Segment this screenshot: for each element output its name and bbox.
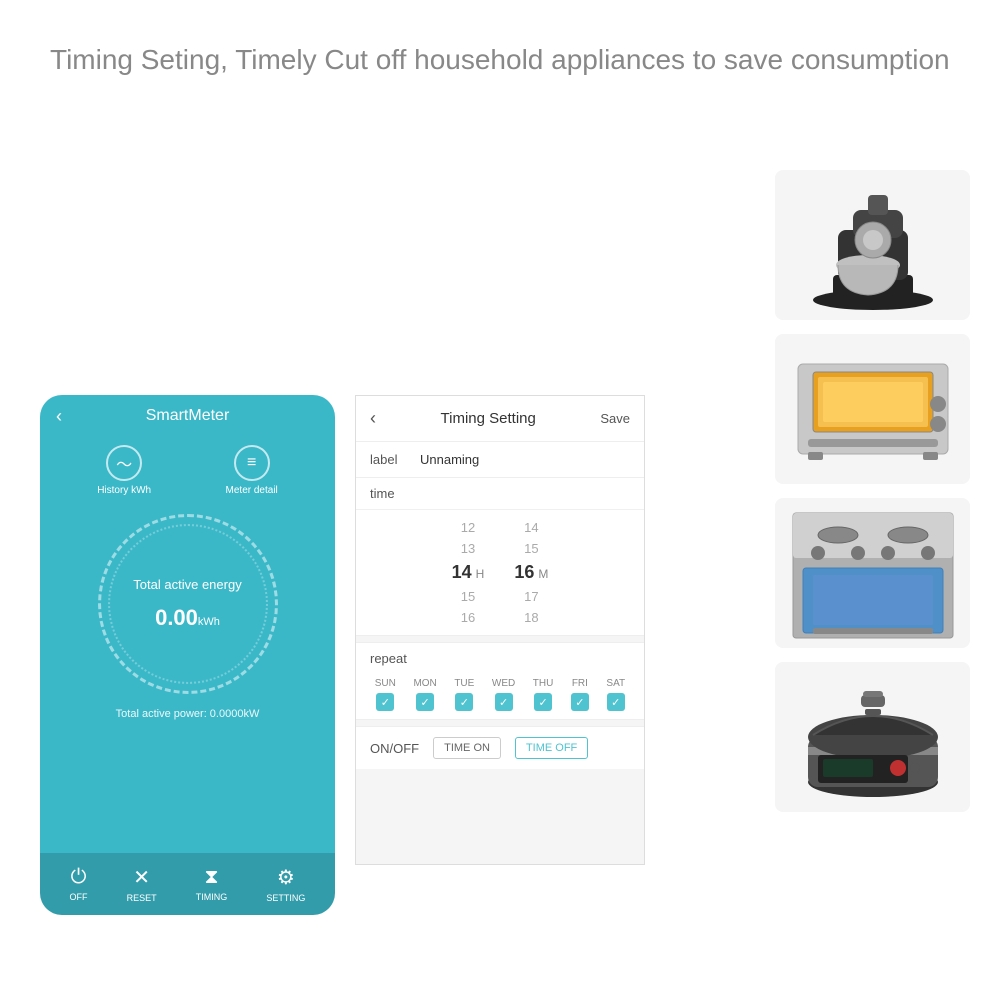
- timing-back-button[interactable]: ‹: [370, 408, 376, 429]
- day-sun-label: SUN: [375, 678, 396, 689]
- timing-panel-title: Timing Setting: [441, 410, 536, 427]
- hour-15: 15: [461, 587, 475, 606]
- range-oven-svg: [783, 503, 963, 643]
- hour-16: 16: [461, 608, 475, 627]
- repeat-header: repeat: [356, 643, 644, 674]
- rice-cooker-image: [775, 662, 970, 812]
- footer-timing-label: TIMING: [196, 892, 228, 902]
- hours-column: 12 13 14 H 15 16: [452, 518, 485, 627]
- min-16-selected: 16: [514, 560, 534, 585]
- label-row: label Unnaming: [356, 442, 644, 478]
- day-fri-check: ✓: [571, 693, 589, 711]
- page-container: Timing Seting, Timely Cut off household …: [0, 0, 1000, 1000]
- footer-setting[interactable]: ⚙ SETTING: [266, 865, 305, 903]
- day-fri-label: FRI: [572, 678, 588, 689]
- stand-mixer-svg: [783, 175, 963, 315]
- time-off-button[interactable]: TIME OFF: [515, 737, 588, 759]
- time-picker: 12 13 14 H 15 16 14 15 16 M: [356, 510, 644, 635]
- day-sun[interactable]: SUN ✓: [375, 678, 396, 711]
- day-wed-label: WED: [492, 678, 515, 689]
- stand-mixer-image: [775, 170, 970, 320]
- history-kwh-label: History kWh: [97, 485, 151, 496]
- hour-12: 12: [461, 518, 475, 537]
- phone-icons-row: 〜 History kWh ≡ Meter detail: [40, 437, 335, 504]
- reset-icon: ✕: [133, 865, 150, 890]
- hour-14-selected: 14: [452, 560, 472, 585]
- day-tue[interactable]: TUE ✓: [454, 678, 474, 711]
- phone-mockup: ‹ SmartMeter 〜 History kWh ≡ Meter detai…: [40, 395, 335, 915]
- wave-icon: 〜: [106, 445, 142, 481]
- timing-header: ‹ Timing Setting Save: [356, 396, 644, 442]
- min-17: 17: [524, 587, 538, 606]
- meter-icon: ≡: [234, 445, 270, 481]
- phone-header: ‹ SmartMeter: [40, 395, 335, 437]
- phone-back-button[interactable]: ‹: [56, 406, 62, 427]
- time-section-header: time: [356, 478, 644, 510]
- gauge-area: Total active energy 0.00 kWh: [40, 504, 335, 704]
- day-sat[interactable]: SAT ✓: [606, 678, 625, 711]
- footer-reset-label: RESET: [127, 893, 157, 903]
- day-wed[interactable]: WED ✓: [492, 678, 515, 711]
- hour-selected-row: 14 H: [452, 560, 485, 585]
- toaster-oven-image: [775, 334, 970, 484]
- day-tue-label: TUE: [454, 678, 474, 689]
- min-18: 18: [524, 608, 538, 627]
- day-wed-check: ✓: [495, 693, 513, 711]
- history-kwh-item[interactable]: 〜 History kWh: [97, 445, 151, 496]
- day-mon-check: ✓: [416, 693, 434, 711]
- gauge-circle: Total active energy 0.00 kWh: [98, 514, 278, 694]
- time-on-button[interactable]: TIME ON: [433, 737, 501, 759]
- time-section: time 12 13 14 H 15 16 14 15: [356, 478, 644, 636]
- repeat-section: repeat SUN ✓ MON ✓ TUE ✓ WED ✓: [356, 642, 644, 720]
- day-mon[interactable]: MON ✓: [413, 678, 436, 711]
- gauge-inner: [108, 524, 268, 684]
- appliances-column: [775, 170, 970, 812]
- days-row: SUN ✓ MON ✓ TUE ✓ WED ✓ THU ✓: [356, 674, 644, 719]
- footer-setting-label: SETTING: [266, 893, 305, 903]
- day-thu[interactable]: THU ✓: [533, 678, 554, 711]
- day-thu-label: THU: [533, 678, 554, 689]
- range-oven-image: [775, 498, 970, 648]
- label-key: label: [370, 452, 420, 467]
- onoff-label: ON/OFF: [370, 741, 419, 756]
- phone-title: SmartMeter: [146, 407, 230, 425]
- hour-suffix: H: [476, 567, 485, 581]
- setting-icon: ⚙: [277, 865, 295, 890]
- day-sun-check: ✓: [376, 693, 394, 711]
- min-15: 15: [524, 539, 538, 558]
- meter-detail-item[interactable]: ≡ Meter detail: [226, 445, 278, 496]
- day-fri[interactable]: FRI ✓: [571, 678, 589, 711]
- rice-cooker-svg: [783, 667, 963, 807]
- label-value: Unnaming: [420, 452, 479, 467]
- minutes-column: 14 15 16 M 17 18: [514, 518, 548, 627]
- footer-timing[interactable]: ⧗ TIMING: [196, 866, 228, 902]
- min-suffix: M: [538, 567, 548, 581]
- min-selected-row: 16 M: [514, 560, 548, 585]
- power-off-icon: ⏻: [71, 866, 87, 889]
- power-text: Total active power: 0.0000kW: [40, 704, 335, 724]
- day-tue-check: ✓: [455, 693, 473, 711]
- page-header: Timing Seting, Timely Cut off household …: [50, 40, 950, 79]
- footer-off-label: OFF: [70, 892, 88, 902]
- min-14: 14: [524, 518, 538, 537]
- onoff-section: ON/OFF TIME ON TIME OFF: [356, 726, 644, 769]
- header-title: Timing Seting, Timely Cut off household …: [50, 44, 950, 75]
- day-sat-check: ✓: [607, 693, 625, 711]
- timing-panel: ‹ Timing Setting Save label Unnaming tim…: [355, 395, 645, 865]
- day-sat-label: SAT: [606, 678, 625, 689]
- day-thu-check: ✓: [534, 693, 552, 711]
- phone-footer: ⏻ OFF ✕ RESET ⧗ TIMING ⚙ SETTING: [40, 853, 335, 915]
- day-mon-label: MON: [413, 678, 436, 689]
- footer-reset[interactable]: ✕ RESET: [127, 865, 157, 903]
- toaster-oven-svg: [783, 344, 963, 474]
- footer-off[interactable]: ⏻ OFF: [70, 866, 88, 902]
- meter-detail-label: Meter detail: [226, 485, 278, 496]
- timing-save-button[interactable]: Save: [600, 411, 630, 426]
- timing-icon: ⧗: [205, 866, 219, 889]
- hour-13: 13: [461, 539, 475, 558]
